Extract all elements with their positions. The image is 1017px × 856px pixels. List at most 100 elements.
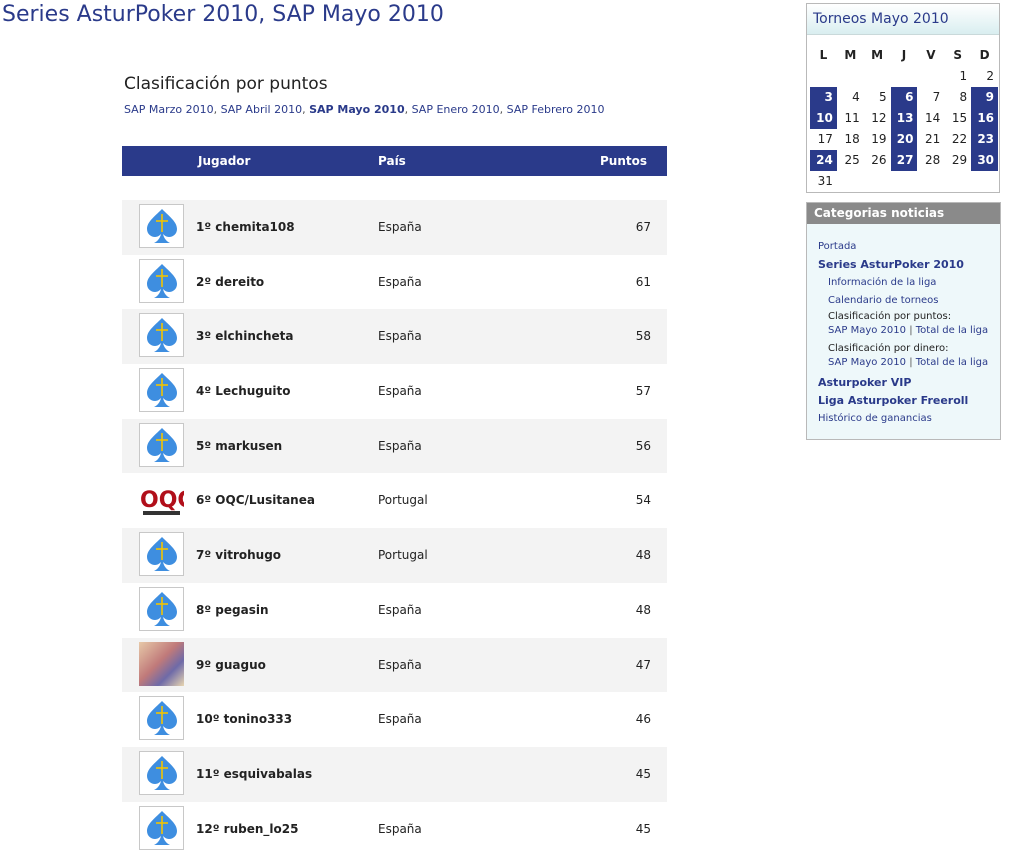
calendar-day-tournament[interactable]: 24 xyxy=(810,150,837,171)
calendar-day: 29 xyxy=(951,153,968,167)
player-points: 46 xyxy=(635,712,651,727)
link-historico-ganancias[interactable]: Histórico de ganancias xyxy=(818,410,988,428)
calendar-day: 14 xyxy=(925,111,941,125)
calendar-day: 31 xyxy=(817,174,833,188)
calendar-day: 2 xyxy=(986,69,995,83)
categories-list: Portada Series AsturPoker 2010 Informaci… xyxy=(818,238,988,428)
player-name[interactable]: 3º elchincheta xyxy=(196,329,294,343)
table-row: 7º vitrohugo Portugal 48 xyxy=(122,528,667,583)
calendar-day-tournament[interactable]: 27 xyxy=(890,150,918,171)
link-points-total[interactable]: Total de la liga xyxy=(916,325,988,336)
player-points: 48 xyxy=(635,602,651,617)
calendar-week: 3 4 567 89 xyxy=(810,87,999,108)
spade-icon xyxy=(139,204,184,248)
spade-icon xyxy=(139,258,184,303)
player-name[interactable]: 12º ruben_lo25 xyxy=(196,822,298,836)
calendar-week: 12 xyxy=(810,66,998,87)
player-country: España xyxy=(378,220,422,234)
month-link[interactable]: SAP Abril 2010 xyxy=(221,103,302,116)
tournament-calendar: Torneos Mayo 2010 LMMJVSD 1 2 3 4 5 6 7 8 9 10 11 1… xyxy=(806,3,1000,193)
calendar-day-tournament[interactable]: 13 xyxy=(890,108,918,129)
player-name[interactable]: 8º pegasin xyxy=(196,603,269,617)
calendar-day: 21 xyxy=(925,132,941,146)
table-row: 3º elchincheta España 58 xyxy=(122,309,667,365)
calendar-day xyxy=(864,66,891,87)
categories-title: Categorias noticias xyxy=(807,203,1000,224)
month-link[interactable]: SAP Marzo 2010 xyxy=(124,103,214,116)
table-row: 8º pegasin España 48 xyxy=(122,582,667,638)
table-row: 9º guaguo España 47 xyxy=(122,637,667,693)
calendar-day xyxy=(864,171,891,192)
player-name[interactable]: 10º tonino333 xyxy=(196,712,292,726)
calendar-day: 15 xyxy=(951,111,968,125)
spade-icon xyxy=(139,805,184,850)
calendar-weekdays: L MM J V S D xyxy=(810,44,998,66)
link-asturpoker-vip[interactable]: Asturpoker VIP xyxy=(818,374,988,392)
player-points: 67 xyxy=(635,220,651,234)
calendar-day-tournament[interactable]: 10 xyxy=(810,108,837,129)
weekday-label: D xyxy=(979,48,990,62)
spade-icon xyxy=(139,532,184,577)
player-name[interactable]: 9º guaguo xyxy=(196,658,266,672)
month-link[interactable]: SAP Enero 2010 xyxy=(412,103,500,116)
weekday-label: S xyxy=(953,48,963,62)
calendar-day xyxy=(891,171,918,192)
link-points-sap-mayo[interactable]: SAP Mayo 2010 xyxy=(828,325,906,336)
player-country: España xyxy=(378,438,422,453)
calendar-day-tournament[interactable]: 16 xyxy=(971,108,999,129)
calendar-day: 12 xyxy=(871,111,887,125)
calendar-day: 17 xyxy=(817,132,833,146)
link-money-total[interactable]: Total de la liga xyxy=(916,357,988,368)
link-info-liga[interactable]: Información de la liga xyxy=(818,274,988,292)
calendar-day xyxy=(837,66,864,87)
calendar-grid: LMMJVSD 1 2 3 4 5 6 7 8 9 10 11 12 13 14 15 16 17 18 19 20 2… xyxy=(810,44,999,192)
weekday-label: V xyxy=(926,48,936,62)
player-name[interactable]: 7º vitrohugo xyxy=(196,548,281,562)
weekday-label: M xyxy=(844,48,857,62)
link-calendario[interactable]: Calendario de torneos xyxy=(818,292,988,310)
calendar-day xyxy=(971,171,998,192)
player-country: España xyxy=(378,821,422,836)
link-portada[interactable]: Portada xyxy=(818,238,988,256)
player-points: 58 xyxy=(635,329,651,344)
calendar-day-tournament[interactable]: 9 xyxy=(971,87,999,108)
player-country: España xyxy=(378,602,422,617)
link-series-asturpoker[interactable]: Series AsturPoker 2010 xyxy=(818,256,988,274)
calendar-title: Torneos Mayo 2010 xyxy=(807,4,999,35)
player-name[interactable]: 11º esquivabalas xyxy=(196,767,312,781)
calendar-day-tournament[interactable]: 23 xyxy=(971,129,999,150)
spade-icon xyxy=(139,586,184,631)
table-row: 1º chemita108 España 67 xyxy=(122,200,667,255)
money-ranking-label: Clasificación por dinero: xyxy=(828,343,949,354)
player-country: España xyxy=(378,329,422,344)
player-name[interactable]: 5º markusen xyxy=(196,439,282,453)
player-country: España xyxy=(378,657,422,672)
calendar-day xyxy=(810,66,837,87)
player-country: España xyxy=(378,384,422,399)
month-link[interactable]: SAP Febrero 2010 xyxy=(507,103,605,116)
calendar-day: 26 xyxy=(871,153,887,167)
oqc-logo: OQC xyxy=(139,477,184,522)
calendar-week: 17 18 19 20 21 22 23 xyxy=(810,129,999,150)
points-ranking-group: Clasificación por puntos: SAP Mayo 2010 … xyxy=(818,310,988,342)
separator: | xyxy=(906,357,916,368)
column-header-points: Puntos xyxy=(599,154,647,168)
calendar-day: 5 xyxy=(878,90,887,104)
player-name[interactable]: 4º Lechuguito xyxy=(196,384,291,398)
calendar-day-tournament[interactable]: 3 xyxy=(810,87,837,108)
link-liga-freeroll[interactable]: Liga Asturpoker Freeroll xyxy=(818,392,988,410)
calendar-week: 31 xyxy=(810,171,998,192)
calendar-day: 4 xyxy=(852,90,860,104)
ranking-table-header: Jugador País Puntos xyxy=(122,146,667,176)
link-separator: , xyxy=(213,103,221,116)
page-title: Series AsturPoker 2010, SAP Mayo 2010 xyxy=(2,2,444,27)
player-name[interactable]: 2º dereito xyxy=(196,275,264,289)
link-money-sap-mayo[interactable]: SAP Mayo 2010 xyxy=(828,357,906,368)
calendar-day-tournament[interactable]: 20 xyxy=(890,129,918,150)
player-name[interactable]: 6º OQC/Lusitanea xyxy=(196,493,315,507)
calendar-day-tournament[interactable]: 30 xyxy=(971,150,999,171)
player-name[interactable]: 1º chemita108 xyxy=(196,220,295,234)
calendar-day-tournament[interactable]: 6 xyxy=(890,87,918,108)
month-link[interactable]: SAP Mayo 2010 xyxy=(309,103,405,116)
spade-icon xyxy=(139,313,184,358)
